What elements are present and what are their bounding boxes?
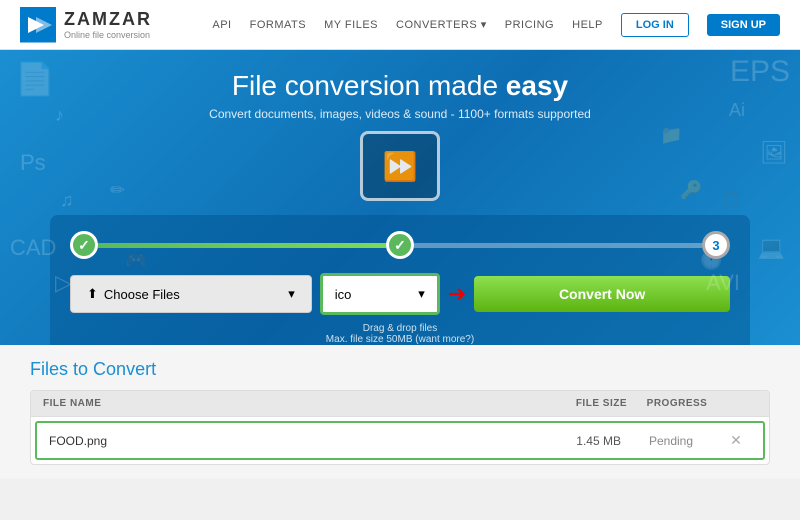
table-row: FOOD.png 1.45 MB Pending ✕ <box>35 421 765 460</box>
steps-row: ✓ ✓ 3 <box>70 231 730 259</box>
doodle-ps: Ps <box>20 150 46 176</box>
convert-now-button[interactable]: Convert Now <box>474 276 730 312</box>
doodle-music: ♪ <box>55 105 64 126</box>
files-table-header: FILE NAME FILE SIZE PROGRESS <box>31 391 769 417</box>
hero-title: File conversion made easy <box>20 70 780 102</box>
upload-icon: ⬆ <box>87 286 98 302</box>
nav-pricing[interactable]: PRICING <box>505 19 554 31</box>
doodle-key: 🔑 <box>680 180 702 201</box>
doodle-ai: Ai <box>729 100 745 121</box>
doodle-avi: AVI <box>706 270 740 296</box>
format-value: ico <box>335 287 412 302</box>
col-file-size: FILE SIZE <box>547 398 627 409</box>
logo-area: ZAMZAR Online file conversion <box>20 7 152 43</box>
nav-help[interactable]: HELP <box>572 19 603 31</box>
arrow-icon: ➔ <box>448 281 466 307</box>
nav-formats[interactable]: FORMATS <box>250 19 306 31</box>
col-file-name: FILE NAME <box>43 398 547 409</box>
logo-tagline: Online file conversion <box>64 30 152 40</box>
hero-section: 📄 ♪ Ps ♫ CAD ▷ EPS Ai 🖼 🎵 💻 AVI ✏ 🔑 🎮 📁 … <box>0 50 800 345</box>
doodle-cad: CAD <box>10 235 56 261</box>
doodle-folder: 📁 <box>660 125 682 146</box>
step-line-2 <box>414 243 702 248</box>
controls-row: ⬆ Choose Files ▾ ico ▾ ➔ Convert Now <box>70 273 730 315</box>
doodle-pencil: ✏ <box>110 180 125 201</box>
login-button[interactable]: LOG IN <box>621 13 689 37</box>
file-name-cell: FOOD.png <box>49 434 541 448</box>
format-dropdown-icon: ▾ <box>418 286 425 302</box>
choose-files-button[interactable]: ⬆ Choose Files ▾ <box>70 275 312 313</box>
step-2-circle: ✓ <box>386 231 414 259</box>
choose-dropdown-icon: ▾ <box>288 286 295 302</box>
nav-converters[interactable]: CONVERTERS ▾ <box>396 18 487 31</box>
header: ZAMZAR Online file conversion API FORMAT… <box>0 0 800 50</box>
choose-files-label: Choose Files <box>104 287 180 302</box>
nav-api[interactable]: API <box>212 19 231 31</box>
step-line-1 <box>98 243 386 248</box>
doodle-note: ♫ <box>60 190 74 211</box>
brand-name: ZAMZAR <box>64 9 152 30</box>
doodle-music2: 🎵 <box>720 190 742 211</box>
file-size-cell: 1.45 MB <box>541 434 621 448</box>
nav-my-files[interactable]: MY FILES <box>324 19 378 31</box>
doodle-play: ▷ <box>55 270 72 296</box>
doodle-img: 🖼 <box>760 140 788 166</box>
doodle-laptop: 💻 <box>758 235 785 261</box>
files-title: Files to Convert <box>30 359 770 380</box>
step-3-circle: 3 <box>702 231 730 259</box>
doodle-png: 📄 <box>15 60 55 98</box>
drag-drop-text: Drag & drop files <box>363 323 437 334</box>
files-section: Files to Convert FILE NAME FILE SIZE PRO… <box>0 345 800 479</box>
play-button[interactable]: ⏩ <box>360 131 440 201</box>
step-1-circle: ✓ <box>70 231 98 259</box>
signup-button[interactable]: SIGN UP <box>707 14 780 36</box>
remove-file-button[interactable]: ✕ <box>721 432 751 449</box>
col-progress: PROGRESS <box>627 398 727 409</box>
format-select[interactable]: ico ▾ <box>320 273 440 315</box>
files-table: FILE NAME FILE SIZE PROGRESS FOOD.png 1.… <box>30 390 770 465</box>
file-progress-cell: Pending <box>621 434 721 448</box>
doodle-eps: EPS <box>730 55 790 89</box>
zamzar-logo-icon <box>20 7 56 43</box>
main-nav: API FORMATS MY FILES CONVERTERS ▾ PRICIN… <box>212 13 780 37</box>
sub-info: Drag & drop files Max. file size 50MB (w… <box>70 323 730 345</box>
max-size-text: Max. file size 50MB (want more?) <box>326 334 474 345</box>
logo-text: ZAMZAR Online file conversion <box>64 9 152 40</box>
hero-subtitle: Convert documents, images, videos & soun… <box>20 107 780 121</box>
col-action <box>727 398 757 409</box>
converter-box: ✓ ✓ 3 ⬆ Choose Files ▾ ico ▾ ➔ Convert N… <box>50 215 750 345</box>
play-arrows-icon: ⏩ <box>383 150 418 183</box>
